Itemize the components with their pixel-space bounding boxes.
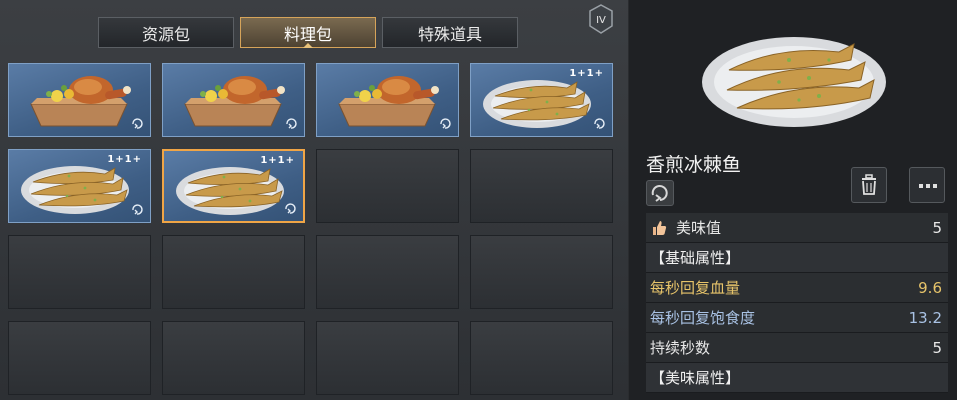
tab-special-items[interactable]: 特殊道具 bbox=[382, 17, 518, 48]
inventory-slot-empty[interactable] bbox=[8, 321, 151, 395]
inventory-slot-empty[interactable] bbox=[470, 235, 613, 309]
inventory-slot-empty[interactable] bbox=[316, 149, 459, 223]
cooking-mark-icon bbox=[594, 118, 605, 129]
hp-regen-value: 9.6 bbox=[918, 278, 942, 297]
satiety-regen-row: 每秒回复饱食度 13.2 bbox=[646, 303, 948, 333]
cooking-mark-icon bbox=[440, 118, 451, 129]
cooking-mark-icon bbox=[132, 118, 143, 129]
taste-label: 美味值 bbox=[676, 219, 722, 237]
duration-row: 持续秒数 5 bbox=[646, 333, 948, 363]
inventory-slot-empty[interactable] bbox=[316, 321, 459, 395]
satiety-regen-label: 每秒回复饱食度 bbox=[650, 309, 756, 327]
discard-button[interactable] bbox=[851, 167, 887, 203]
taste-attributes-header: 【美味属性】 bbox=[646, 363, 948, 393]
cooking-mark-icon bbox=[132, 204, 143, 215]
taste-attributes-title: 【美味属性】 bbox=[650, 369, 741, 387]
dot-icon bbox=[926, 184, 930, 188]
item-name: 香煎冰棘鱼 bbox=[646, 154, 742, 176]
taste-value: 5 bbox=[932, 218, 942, 237]
buff-tags: 1+1+ bbox=[260, 155, 295, 166]
roast-chicken-box-icon bbox=[184, 76, 285, 127]
tier-badge-icon: IV bbox=[589, 4, 613, 34]
svg-text:IV: IV bbox=[596, 15, 606, 26]
inventory-slot-fish-plate[interactable]: 1+1+ bbox=[8, 149, 151, 223]
base-attributes-title: 【基础属性】 bbox=[650, 249, 741, 267]
more-options-button[interactable] bbox=[909, 167, 945, 203]
item-detail-panel: 香煎冰棘鱼 美味值 5 【基础属性】 每秒回复血量 9.6 每秒回复饱食度 13… bbox=[629, 0, 957, 400]
duration-value: 5 bbox=[932, 338, 942, 357]
taste-row: 美味值 5 bbox=[646, 213, 948, 243]
category-tabs: 资源包 料理包 特殊道具 bbox=[98, 17, 518, 48]
inventory-grid: 1+1+ 1+1+ 1+1+ bbox=[8, 63, 613, 395]
cooking-mark-icon bbox=[286, 118, 297, 129]
item-preview bbox=[699, 30, 889, 134]
inventory-slot-fish-plate[interactable]: 1+1+ bbox=[162, 149, 305, 223]
inventory-slot-empty[interactable] bbox=[470, 321, 613, 395]
inventory-slot-empty[interactable] bbox=[162, 235, 305, 309]
thumbs-up-icon bbox=[653, 220, 667, 235]
attribute-list: 美味值 5 【基础属性】 每秒回复血量 9.6 每秒回复饱食度 13.2 持续秒… bbox=[646, 213, 948, 393]
inventory-slot-chicken-box[interactable] bbox=[8, 63, 151, 137]
inventory-slot-empty[interactable] bbox=[316, 235, 459, 309]
fried-fish-plate-image bbox=[702, 37, 886, 127]
dot-icon bbox=[933, 184, 937, 188]
roast-chicken-box-icon bbox=[30, 76, 131, 127]
buff-tags: 1+1+ bbox=[107, 154, 142, 165]
inventory-slot-fish-plate[interactable]: 1+1+ bbox=[470, 63, 613, 137]
roast-chicken-box-icon bbox=[338, 76, 439, 127]
tab-resources[interactable]: 资源包 bbox=[98, 17, 234, 48]
inventory-slot-empty[interactable] bbox=[470, 149, 613, 223]
duration-label: 持续秒数 bbox=[650, 339, 711, 357]
inventory-slot-chicken-box[interactable] bbox=[162, 63, 305, 137]
inventory-area: 资源包 料理包 特殊道具 IV 1+1+ 1+1+ 1+1+ bbox=[0, 0, 628, 400]
inventory-slot-chicken-box[interactable] bbox=[316, 63, 459, 137]
dot-icon bbox=[919, 184, 923, 188]
cooking-mark-icon bbox=[285, 203, 296, 214]
hp-regen-label: 每秒回复血量 bbox=[650, 279, 741, 297]
hp-regen-row: 每秒回复血量 9.6 bbox=[646, 273, 948, 303]
satiety-regen-value: 13.2 bbox=[908, 308, 942, 327]
inventory-slot-empty[interactable] bbox=[162, 321, 305, 395]
base-attributes-header: 【基础属性】 bbox=[646, 243, 948, 273]
inventory-slot-empty[interactable] bbox=[8, 235, 151, 309]
tab-cooking[interactable]: 料理包 bbox=[240, 17, 376, 48]
trash-icon bbox=[862, 174, 876, 195]
cooking-type-icon bbox=[646, 180, 674, 206]
buff-tags: 1+1+ bbox=[569, 68, 604, 79]
